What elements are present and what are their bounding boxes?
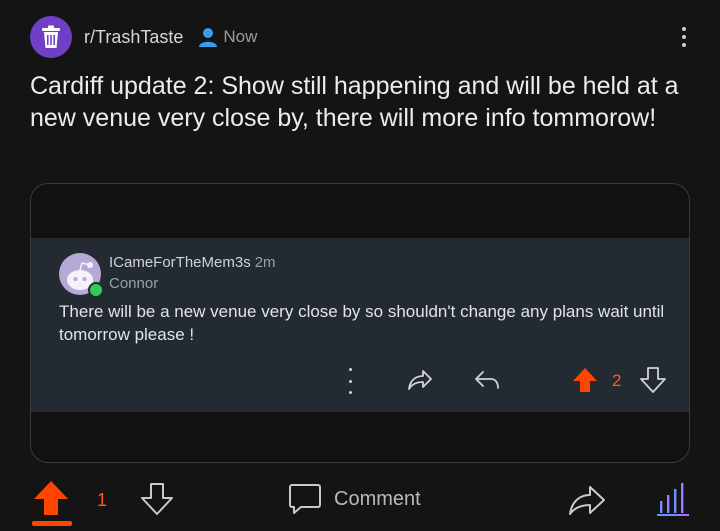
downvote-icon[interactable] [140,482,174,516]
comment-score: 2 [612,371,622,390]
more-vertical-icon[interactable] [347,368,353,394]
upvote-active-indicator [32,521,72,526]
comment-card: ICameForTheMem3s 2m Connor There will be … [31,238,689,412]
comment-username[interactable]: ICameForTheMem3s [109,254,251,271]
stats-icon[interactable] [655,481,691,517]
online-indicator [88,282,104,298]
post-score: 1 [97,490,108,510]
post-time: Now [223,27,258,46]
post-header: r/TrashTaste Now [30,16,696,58]
subreddit-avatar[interactable] [30,16,72,58]
subreddit-name[interactable]: r/TrashTaste [84,27,183,48]
comment-flair: Connor [109,275,159,292]
share-icon[interactable] [406,367,434,393]
downvote-icon[interactable] [639,366,667,394]
reply-icon[interactable] [473,367,501,393]
comment-meta: ICameForTheMem3s 2m [109,254,276,271]
comment-time: 2m [254,254,276,271]
comment-body: There will be a new venue very close by … [59,302,665,344]
trash-can-icon [42,25,60,48]
comment-button[interactable]: Comment [288,482,421,516]
comment-actions: 2 [31,366,689,396]
post-image[interactable]: ICameForTheMem3s 2m Connor There will be … [30,183,690,463]
share-icon[interactable] [567,482,607,518]
post-action-bar: 1 Comment [0,478,720,526]
more-vertical-icon[interactable] [672,22,696,52]
user-icon [197,26,219,48]
upvote-icon[interactable] [32,480,70,516]
upvote-icon[interactable] [571,366,599,394]
comment-icon [289,484,321,514]
post-title[interactable]: Cardiff update 2: Show still happening a… [30,70,700,134]
comment-label: Comment [334,487,421,510]
